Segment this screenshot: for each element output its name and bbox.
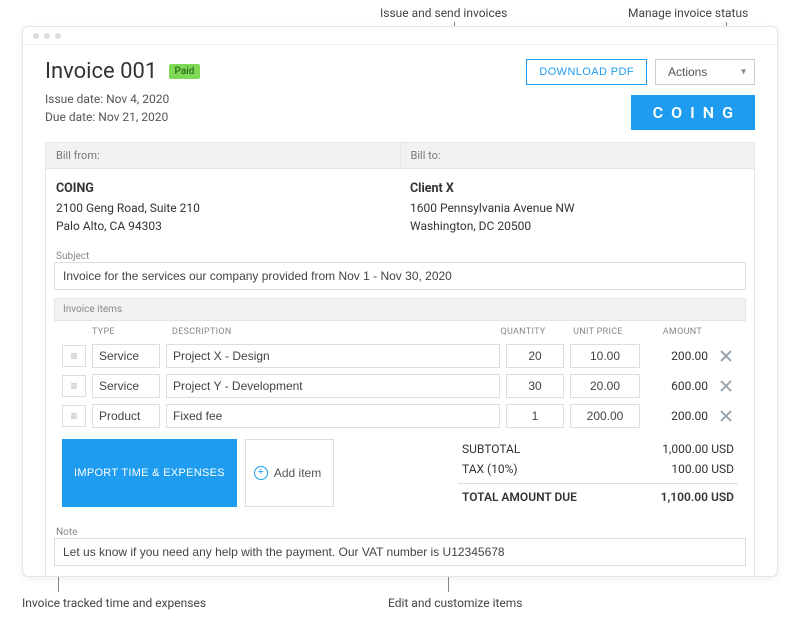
window-control-dot: [33, 33, 39, 39]
due-date: Due date: Nov 21, 2020: [45, 108, 200, 126]
drag-handle-icon[interactable]: ≡: [62, 405, 86, 427]
window-titlebar: [23, 27, 777, 45]
add-item-button[interactable]: + Add item: [245, 439, 334, 507]
close-icon: [720, 410, 732, 422]
import-time-expenses-button[interactable]: IMPORT TIME & EXPENSES: [62, 439, 237, 507]
close-icon: [720, 350, 732, 362]
col-type: TYPE: [92, 327, 172, 337]
item-type-input[interactable]: [92, 374, 160, 398]
item-unit-price-input[interactable]: [570, 344, 640, 368]
item-amount: 200.00: [646, 409, 708, 423]
close-icon: [720, 380, 732, 392]
bill-to-line2: Washington, DC 20500: [410, 219, 531, 233]
invoice-items-label: Invoice items: [54, 298, 746, 321]
download-pdf-button[interactable]: DOWNLOAD PDF: [526, 59, 647, 85]
item-quantity-input[interactable]: [506, 404, 564, 428]
annotation-tracked-time: Invoice tracked time and expenses: [22, 596, 206, 610]
bill-to-line1: 1600 Pennsylvania Avenue NW: [410, 201, 575, 215]
plus-icon: +: [254, 466, 268, 480]
item-description-input[interactable]: [166, 374, 500, 398]
item-amount: 600.00: [646, 379, 708, 393]
bill-from-address: COING 2100 Geng Road, Suite 210 Palo Alt…: [46, 169, 400, 247]
annotation-issue-send: Issue and send invoices: [380, 6, 507, 20]
delete-item-button[interactable]: [714, 375, 738, 397]
item-amount: 200.00: [646, 349, 708, 363]
item-type-input[interactable]: [92, 344, 160, 368]
subject-input[interactable]: [54, 262, 746, 290]
col-quantity: QUANTITY: [488, 327, 558, 337]
delete-item-button[interactable]: [714, 405, 738, 427]
item-quantity-input[interactable]: [506, 374, 564, 398]
bill-to-label: Bill to:: [400, 143, 755, 168]
bill-from-label: Bill from:: [46, 143, 400, 168]
add-item-label: Add item: [274, 466, 321, 480]
window-control-dot: [44, 33, 50, 39]
window-control-dot: [55, 33, 61, 39]
subtotal-label: SUBTOTAL: [462, 442, 520, 456]
item-unit-price-input[interactable]: [570, 404, 640, 428]
app-window: Invoice 001 Paid Issue date: Nov 4, 2020…: [22, 26, 778, 577]
bill-from-name: COING: [56, 181, 94, 196]
tax-label: TAX (10%): [462, 462, 518, 476]
note-label: Note: [46, 523, 754, 538]
delete-item-button[interactable]: [714, 345, 738, 367]
drag-handle-icon[interactable]: ≡: [62, 345, 86, 367]
tax-value: 100.00 USD: [671, 462, 734, 476]
col-description: DESCRIPTION: [172, 327, 488, 337]
total-value: 1,100.00 USD: [661, 490, 734, 504]
invoice-body: Bill from: Bill to: COING 2100 Geng Road…: [45, 142, 755, 577]
invoice-item-row: ≡ 200.00: [54, 341, 746, 371]
item-unit-price-input[interactable]: [570, 374, 640, 398]
subtotal-value: 1,000.00 USD: [662, 442, 734, 456]
item-quantity-input[interactable]: [506, 344, 564, 368]
annotation-edit-items: Edit and customize items: [388, 596, 523, 610]
col-unit-price: UNIT PRICE: [558, 327, 638, 337]
invoice-title: Invoice 001: [45, 59, 157, 84]
annotation-manage-status: Manage invoice status: [628, 6, 748, 20]
bill-from-line2: Palo Alto, CA 94303: [56, 219, 162, 233]
bill-to-address: Client X 1600 Pennsylvania Avenue NW Was…: [400, 169, 754, 247]
invoice-item-row: ≡ 200.00: [54, 401, 746, 431]
col-amount: AMOUNT: [638, 327, 708, 337]
bill-to-name: Client X: [410, 181, 454, 196]
totals-block: SUBTOTAL 1,000.00 USD TAX (10%) 100.00 U…: [458, 439, 738, 507]
actions-dropdown[interactable]: Actions: [655, 59, 755, 85]
status-badge: Paid: [169, 64, 201, 79]
drag-handle-icon[interactable]: ≡: [62, 375, 86, 397]
brand-logo: COING: [631, 95, 755, 130]
item-description-input[interactable]: [166, 344, 500, 368]
total-label: TOTAL AMOUNT DUE: [462, 490, 577, 504]
item-description-input[interactable]: [166, 404, 500, 428]
item-type-input[interactable]: [92, 404, 160, 428]
invoice-item-row: ≡ 600.00: [54, 371, 746, 401]
note-input[interactable]: [54, 538, 746, 566]
issue-date: Issue date: Nov 4, 2020: [45, 90, 200, 108]
subject-label: Subject: [46, 247, 754, 262]
bill-from-line1: 2100 Geng Road, Suite 210: [56, 201, 200, 215]
